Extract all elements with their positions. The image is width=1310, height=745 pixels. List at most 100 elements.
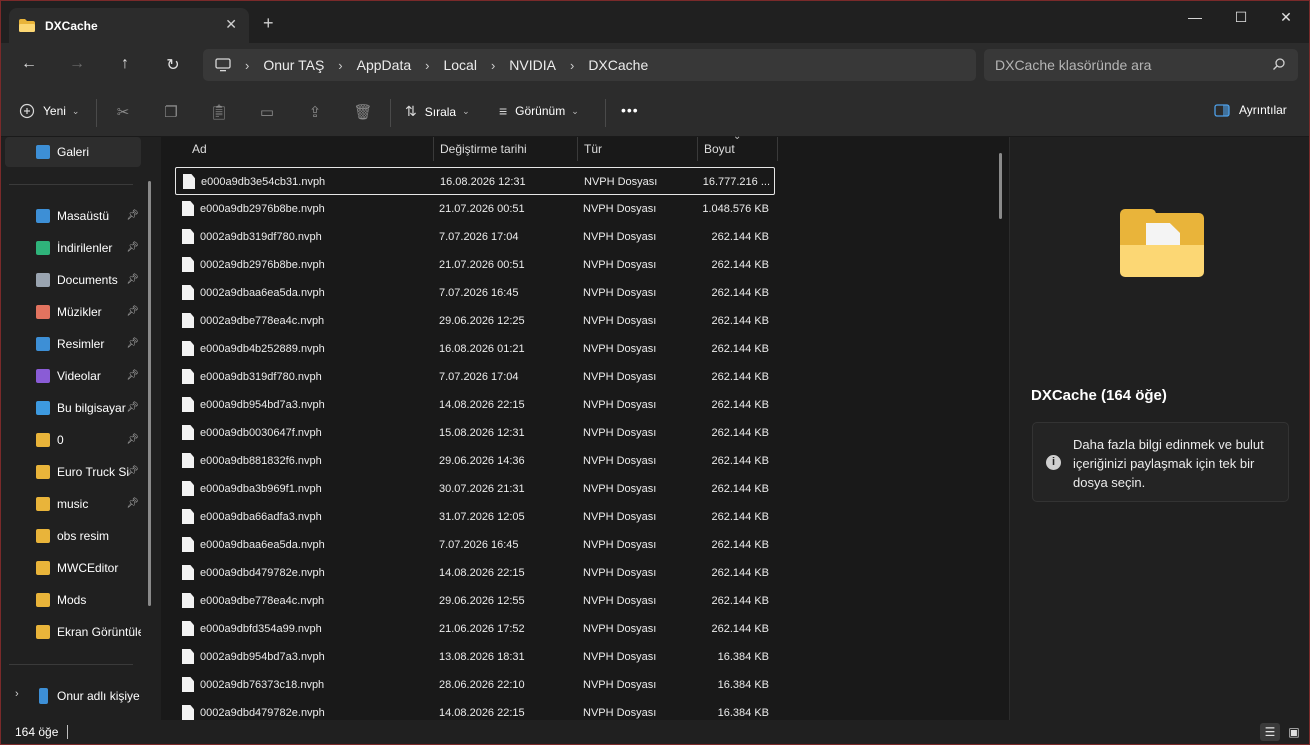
folder-icon bbox=[36, 561, 50, 575]
new-button[interactable]: Yeni ⌄ bbox=[19, 103, 79, 119]
tab-dxcache[interactable]: DXCache ✕ bbox=[9, 8, 249, 43]
sidebar-item[interactable]: 0 📌︎ bbox=[5, 425, 141, 455]
file-row[interactable]: 0002a9db954bd7a3.nvph 13.08.2026 18:31 NVP… bbox=[175, 643, 775, 671]
paste-icon[interactable]: 📋︎ bbox=[209, 103, 229, 121]
breadcrumb-separator[interactable]: › bbox=[570, 58, 574, 73]
sidebar-item[interactable]: Bu bilgisayar 📌︎ bbox=[5, 393, 141, 423]
pin-icon[interactable]: 📌︎ bbox=[126, 274, 139, 285]
file-list-scrollbar[interactable] bbox=[999, 153, 1002, 219]
up-button[interactable]: ↑ bbox=[113, 55, 137, 73]
search-icon[interactable] bbox=[1272, 57, 1286, 71]
cut-icon[interactable]: ✂ bbox=[113, 103, 133, 121]
file-row[interactable]: 0002a9db319df780.nvph 7.07.2026 17:04 NVPH… bbox=[175, 223, 775, 251]
column-header-modified[interactable]: Değiştirme tarihi bbox=[434, 137, 527, 161]
file-row[interactable]: 0002a9dbe778ea4c.nvph 29.06.2026 12:25 NVP… bbox=[175, 307, 775, 335]
computer-icon[interactable] bbox=[215, 58, 231, 72]
pin-icon[interactable]: 📌︎ bbox=[126, 306, 139, 317]
rename-icon[interactable]: ▭ bbox=[257, 103, 277, 121]
breadcrumb-item-local[interactable]: Local bbox=[443, 57, 476, 73]
column-header-name[interactable]: Ad bbox=[186, 137, 207, 161]
sidebar-item[interactable]: Videolar 📌︎ bbox=[5, 361, 141, 391]
pin-icon[interactable]: 📌︎ bbox=[126, 370, 139, 381]
sidebar-item-gallery[interactable]: Galeri bbox=[5, 137, 141, 167]
refresh-button[interactable]: ↻ bbox=[161, 55, 185, 75]
file-size: 262.144 KB bbox=[711, 511, 770, 523]
new-tab-button[interactable]: + bbox=[263, 13, 274, 34]
forward-button[interactable]: → bbox=[65, 55, 89, 73]
details-view-icon[interactable]: ☰ bbox=[1260, 723, 1280, 741]
file-row[interactable]: e000a9db3e54cb31.nvph 16.08.2026 12:31 NVP… bbox=[175, 167, 775, 195]
view-icon: ≡ bbox=[499, 103, 508, 119]
more-options-icon[interactable]: ••• bbox=[621, 102, 639, 118]
file-row[interactable]: e000a9dbfd354a99.nvph 21.06.2026 17:52 NVP… bbox=[175, 615, 775, 643]
file-row[interactable]: e000a9db0030647f.nvph 15.08.2026 12:31 NVP… bbox=[175, 419, 775, 447]
file-row[interactable]: e000a9dbe778ea4c.nvph 29.06.2026 12:55 NVP… bbox=[175, 587, 775, 615]
search-input[interactable] bbox=[995, 57, 1255, 73]
sort-button[interactable]: ⇅ Sırala ⌄ bbox=[405, 103, 470, 120]
file-row[interactable]: e000a9db2976b8be.nvph 21.07.2026 00:51 NVP… bbox=[175, 195, 775, 223]
breadcrumb-item-appdata[interactable]: AppData bbox=[357, 57, 411, 73]
copy-icon[interactable]: ❐ bbox=[161, 103, 181, 121]
view-button[interactable]: ≡ Görünüm ⌄ bbox=[499, 103, 579, 119]
share-icon[interactable]: ⇪ bbox=[305, 103, 325, 121]
close-window-button[interactable]: ✕ bbox=[1263, 5, 1309, 29]
close-tab-icon[interactable]: ✕ bbox=[225, 16, 237, 33]
file-row[interactable]: e000a9db4b252889.nvph 16.08.2026 01:21 NVP… bbox=[175, 335, 775, 363]
file-row[interactable]: 0002a9db2976b8be.nvph 21.07.2026 00:51 NVP… bbox=[175, 251, 775, 279]
sidebar-item[interactable]: Euro Truck Si 📌︎ bbox=[5, 457, 141, 487]
item-count: 164 öğe bbox=[15, 725, 59, 739]
column-header-size[interactable]: Boyut bbox=[698, 137, 735, 161]
sidebar-item-label: Resimler bbox=[57, 337, 105, 351]
pin-icon[interactable]: 📌︎ bbox=[126, 498, 139, 509]
sidebar-item[interactable]: Ekran Görüntüle bbox=[5, 617, 141, 647]
pin-icon[interactable]: 📌︎ bbox=[126, 434, 139, 445]
file-modified: 29.06.2026 14:36 bbox=[439, 455, 525, 467]
file-row[interactable]: e000a9db319df780.nvph 7.07.2026 17:04 NVPH… bbox=[175, 363, 775, 391]
sidebar-item[interactable]: Mods bbox=[5, 585, 141, 615]
breadcrumb-separator[interactable]: › bbox=[338, 58, 342, 73]
file-row[interactable]: 0002a9db76373c18.nvph 28.06.2026 22:10 NVP… bbox=[175, 671, 775, 699]
file-row[interactable]: e000a9dba66adfa3.nvph 31.07.2026 12:05 NVP… bbox=[175, 503, 775, 531]
breadcrumb-item-dxcache[interactable]: DXCache bbox=[588, 57, 648, 73]
file-row[interactable]: e000a9dbaa6ea5da.nvph 7.07.2026 16:45 NVPH… bbox=[175, 531, 775, 559]
pin-icon[interactable]: 📌︎ bbox=[126, 210, 139, 221]
tiles-view-icon[interactable]: ▣ bbox=[1284, 723, 1304, 741]
minimize-button[interactable]: — bbox=[1172, 5, 1218, 29]
file-row[interactable]: e000a9db954bd7a3.nvph 14.08.2026 22:15 NVP… bbox=[175, 391, 775, 419]
details-pane-button[interactable]: Ayrıntılar bbox=[1214, 103, 1287, 117]
sidebar-item[interactable]: obs resim bbox=[5, 521, 141, 551]
sidebar-item[interactable]: Documents 📌︎ bbox=[5, 265, 141, 295]
file-name: e000a9db0030647f.nvph bbox=[200, 427, 322, 439]
file-row[interactable]: e000a9dbd479782e.nvph 14.08.2026 22:15 NVP… bbox=[175, 559, 775, 587]
sidebar-item[interactable]: Resimler 📌︎ bbox=[5, 329, 141, 359]
sidebar-item[interactable]: İndirilenler 📌︎ bbox=[5, 233, 141, 263]
breadcrumb-separator[interactable]: › bbox=[245, 58, 249, 73]
delete-icon[interactable]: 🗑︎ bbox=[353, 103, 373, 121]
file-modified: 21.07.2026 00:51 bbox=[439, 203, 525, 215]
chevron-right-icon[interactable]: › bbox=[15, 688, 19, 700]
breadcrumb-item-user[interactable]: Onur TAŞ bbox=[263, 57, 324, 73]
sidebar-item[interactable]: Müzikler 📌︎ bbox=[5, 297, 141, 327]
column-header-type[interactable]: Tür bbox=[578, 137, 602, 161]
breadcrumb[interactable]: › Onur TAŞ › AppData › Local › NVIDIA › … bbox=[203, 49, 976, 81]
pin-icon[interactable]: 📌︎ bbox=[126, 338, 139, 349]
breadcrumb-item-nvidia[interactable]: NVIDIA bbox=[509, 57, 556, 73]
sidebar-item-onedrive[interactable]: › Onur adlı kişiye bbox=[5, 681, 141, 711]
pin-icon[interactable]: 📌︎ bbox=[126, 466, 139, 477]
breadcrumb-separator[interactable]: › bbox=[491, 58, 495, 73]
sidebar-scrollbar[interactable] bbox=[148, 181, 151, 606]
file-row[interactable]: 0002a9dbaa6ea5da.nvph 7.07.2026 16:45 NVPH… bbox=[175, 279, 775, 307]
back-button[interactable]: ← bbox=[17, 55, 41, 73]
file-row[interactable]: e000a9dba3b969f1.nvph 30.07.2026 21:31 NVP… bbox=[175, 475, 775, 503]
file-row[interactable]: e000a9db881832f6.nvph 29.06.2026 14:36 NVP… bbox=[175, 447, 775, 475]
sidebar-item[interactable]: music 📌︎ bbox=[5, 489, 141, 519]
maximize-button[interactable]: ☐ bbox=[1218, 5, 1264, 29]
pin-icon[interactable]: 📌︎ bbox=[126, 242, 139, 253]
sidebar-item[interactable]: MWCEditor bbox=[5, 553, 141, 583]
sidebar-item[interactable]: Masaüstü 📌︎ bbox=[5, 201, 141, 231]
search-box[interactable] bbox=[984, 49, 1298, 81]
breadcrumb-separator[interactable]: › bbox=[425, 58, 429, 73]
column-divider[interactable] bbox=[777, 137, 778, 161]
pin-icon[interactable]: 📌︎ bbox=[126, 402, 139, 413]
file-modified: 7.07.2026 17:04 bbox=[439, 231, 519, 243]
